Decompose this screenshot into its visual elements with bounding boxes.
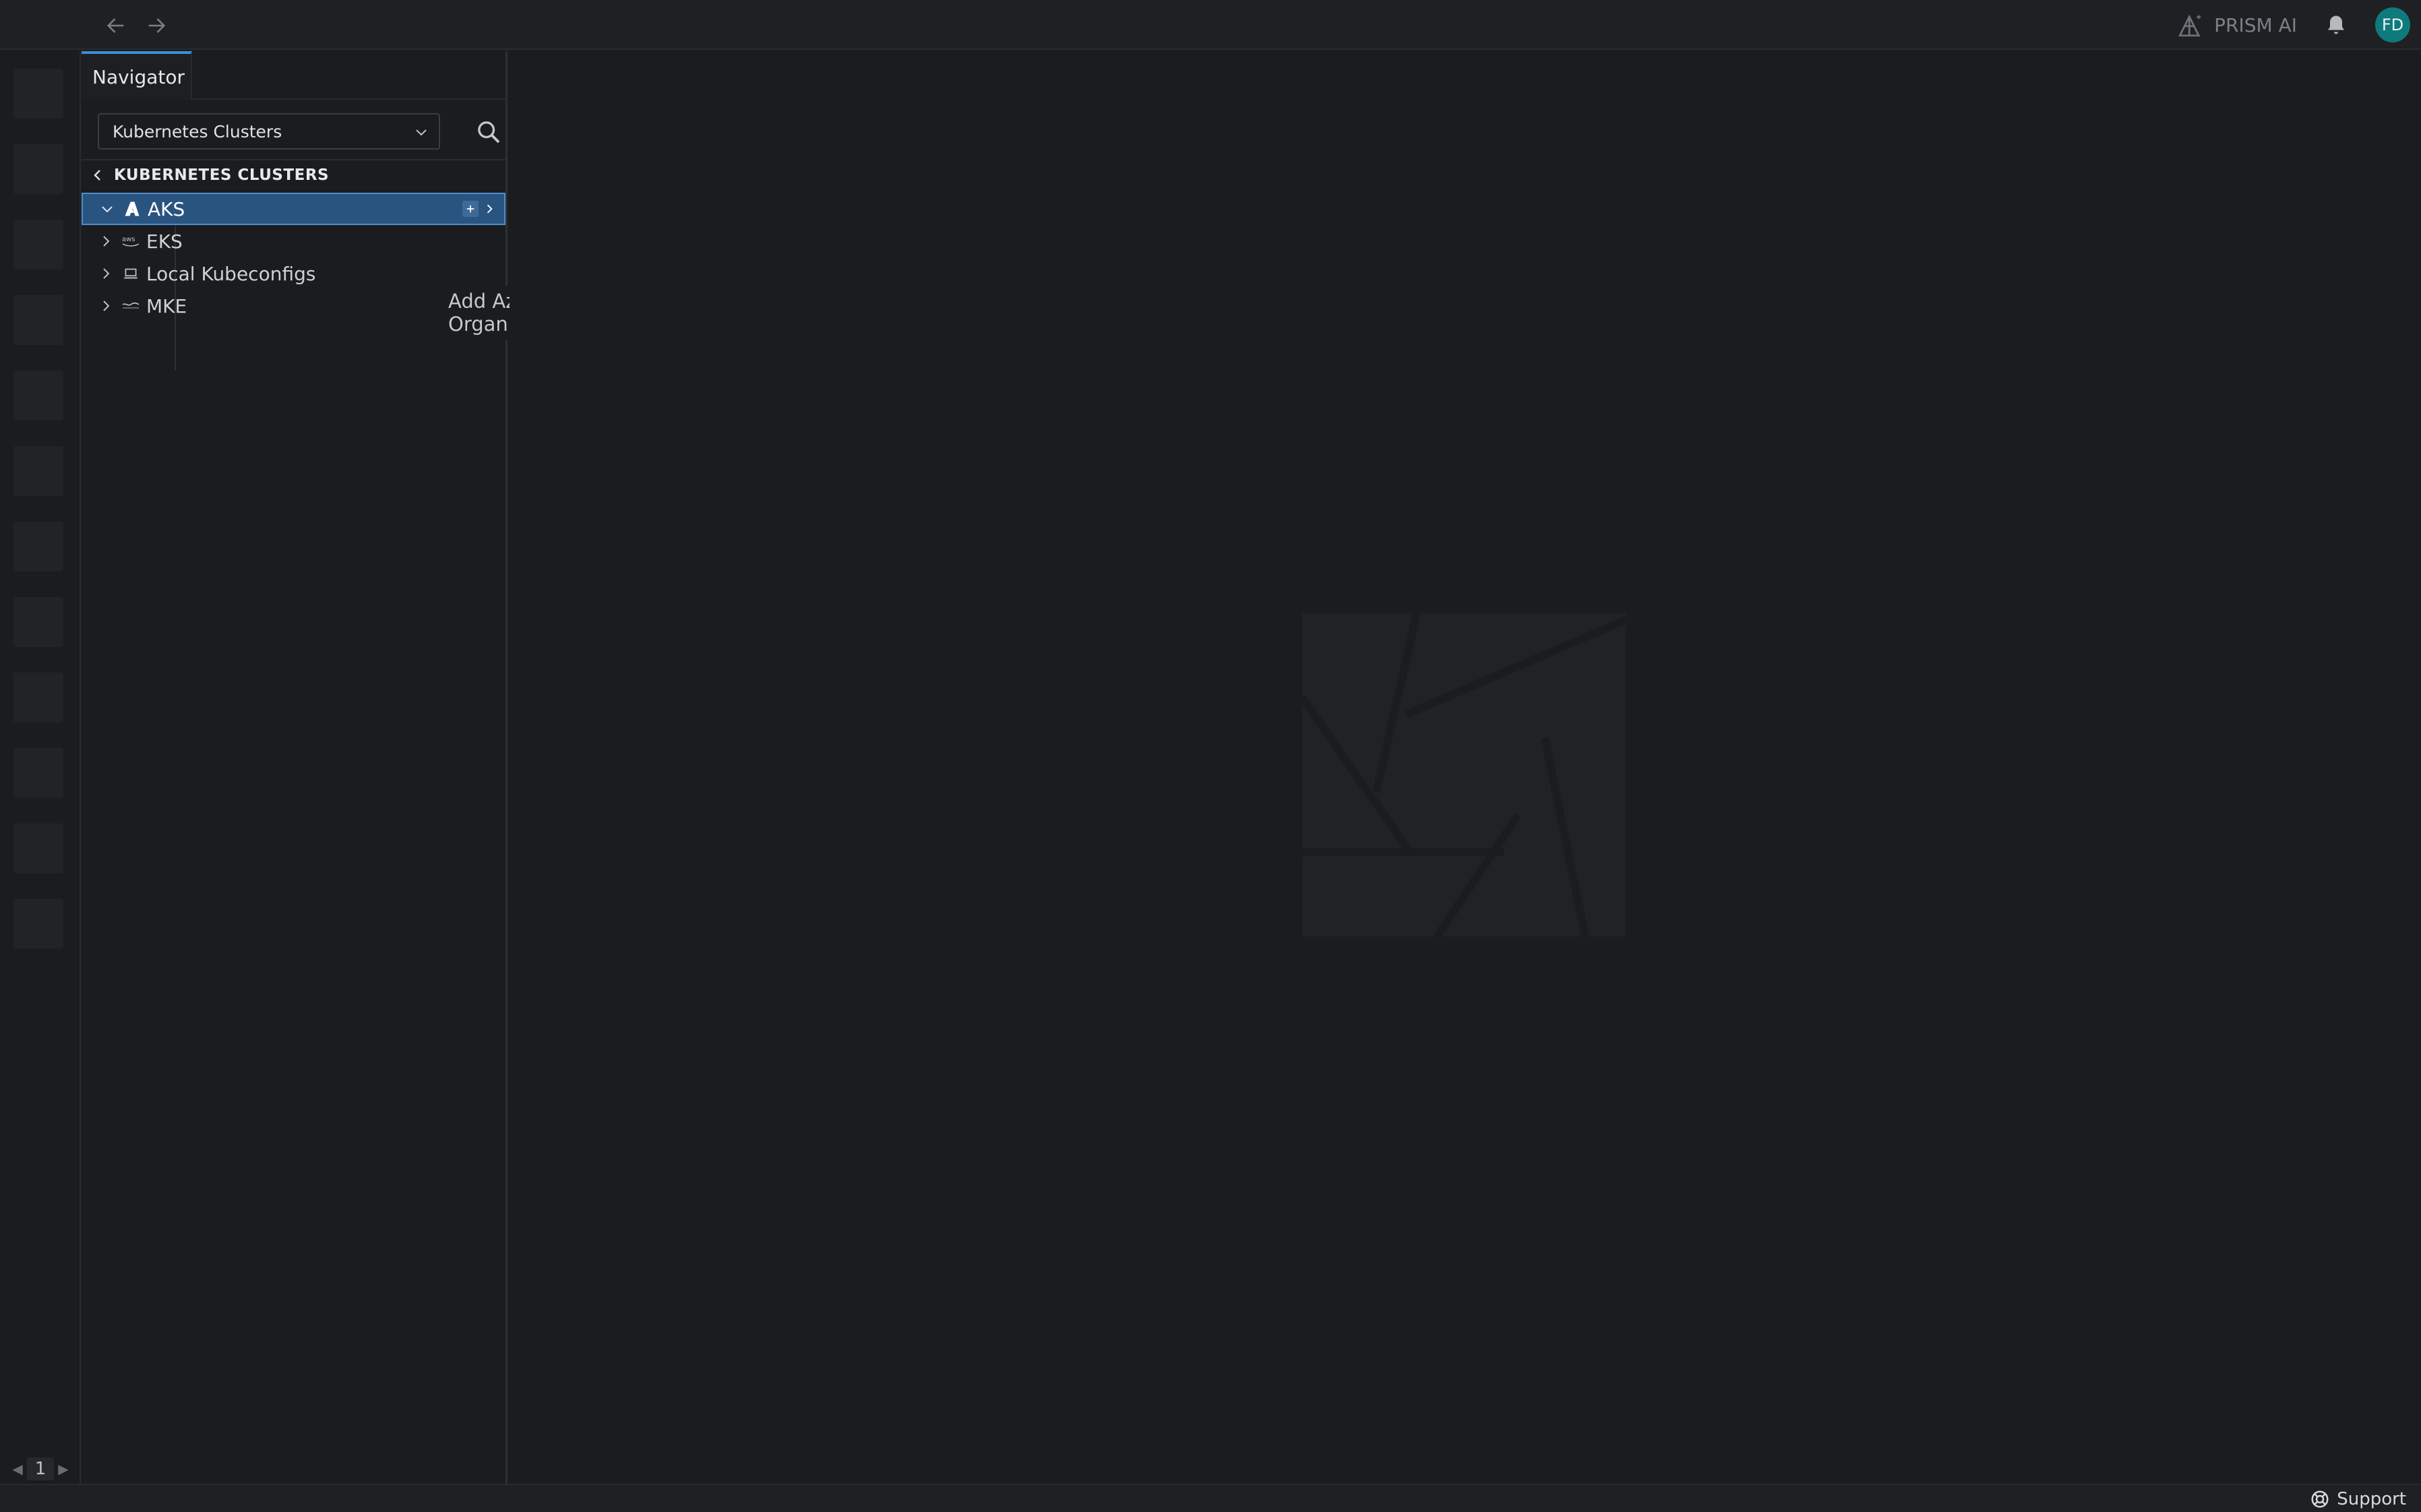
prism-icon [2178, 14, 2202, 37]
aws-icon: aws [121, 231, 141, 251]
main-content [510, 51, 2421, 1484]
status-bar: Support [0, 1484, 2421, 1512]
navigator-panel: Navigator Kubernetes Clusters KUBERNETES… [82, 51, 583, 1484]
tree-item-label: EKS [146, 230, 183, 253]
tab-navigator-label: Navigator [92, 65, 185, 88]
bell-icon[interactable] [2324, 13, 2348, 37]
tree-item-label: MKE [146, 294, 187, 317]
prism-ai-button[interactable]: PRISM AI [2176, 11, 2297, 39]
support-button[interactable]: Support [2310, 1488, 2406, 1511]
arrow-right-icon [148, 18, 166, 33]
category-select-value: Kubernetes Clusters [113, 121, 282, 141]
add-azure-organization-button[interactable] [462, 201, 479, 217]
chevron-down-icon [416, 129, 427, 136]
avatar-initials: FD [2381, 15, 2404, 34]
pager-next-icon[interactable]: ▶ [58, 1461, 68, 1477]
svg-text:aws: aws [122, 236, 135, 243]
chevron-right-icon[interactable] [98, 265, 114, 282]
support-label: Support [2337, 1489, 2406, 1509]
arrow-left-icon [106, 18, 124, 33]
navigator-tabs: Navigator [82, 51, 505, 100]
tab-navigator[interactable]: Navigator [82, 51, 192, 100]
activity-item-7[interactable] [13, 522, 63, 571]
azure-icon [122, 199, 142, 219]
pager-prev-icon[interactable]: ◀ [12, 1461, 22, 1477]
avatar[interactable]: FD [2375, 7, 2410, 42]
activity-item-10[interactable] [13, 748, 63, 798]
activity-item-6[interactable] [13, 446, 63, 496]
top-bar: PRISM AI FD [0, 0, 2421, 50]
plus-icon [466, 205, 474, 213]
activity-item-1[interactable] [13, 69, 63, 119]
chevron-down-icon[interactable] [99, 201, 115, 217]
category-select[interactable]: Kubernetes Clusters [98, 113, 440, 150]
tree-item-eks[interactable]: aws EKS [82, 225, 505, 257]
chevron-right-icon[interactable] [483, 202, 496, 216]
prism-ai-label: PRISM AI [2214, 13, 2297, 36]
activity-item-5[interactable] [13, 371, 63, 420]
activity-item-12[interactable] [13, 899, 63, 949]
mirantis-icon [121, 296, 141, 316]
tree-item-aks[interactable]: AKS [82, 193, 505, 225]
selector-row: Kubernetes Clusters [98, 113, 500, 151]
activity-item-3[interactable] [13, 220, 63, 270]
search-icon[interactable] [475, 119, 502, 146]
activity-item-11[interactable] [13, 823, 63, 873]
chevron-right-icon[interactable] [98, 233, 114, 249]
pager-number: 1 [26, 1457, 55, 1480]
activity-pager: ◀ 1 ▶ [0, 1454, 81, 1484]
back-button[interactable] [102, 12, 129, 39]
activity-item-2[interactable] [13, 144, 63, 194]
forward-button[interactable] [143, 12, 170, 39]
activity-bar: ◀ 1 ▶ [0, 51, 81, 1484]
section-header-back[interactable]: KUBERNETES CLUSTERS [82, 159, 505, 190]
tree-item-label: AKS [148, 197, 185, 220]
laptop-icon [121, 263, 141, 284]
chevron-right-icon[interactable] [98, 298, 114, 314]
chevron-left-icon [94, 170, 100, 181]
activity-item-4[interactable] [13, 295, 63, 345]
lens-logo-icon [1302, 613, 1626, 937]
section-title: KUBERNETES CLUSTERS [114, 166, 330, 184]
tree-item-local-kubeconfigs[interactable]: Local Kubeconfigs [82, 257, 505, 290]
row-actions [462, 201, 496, 217]
activity-item-8[interactable] [13, 597, 63, 647]
activity-item-9[interactable] [13, 672, 63, 722]
lifebuoy-icon [2311, 1490, 2329, 1508]
tree-item-label: Local Kubeconfigs [146, 262, 316, 285]
